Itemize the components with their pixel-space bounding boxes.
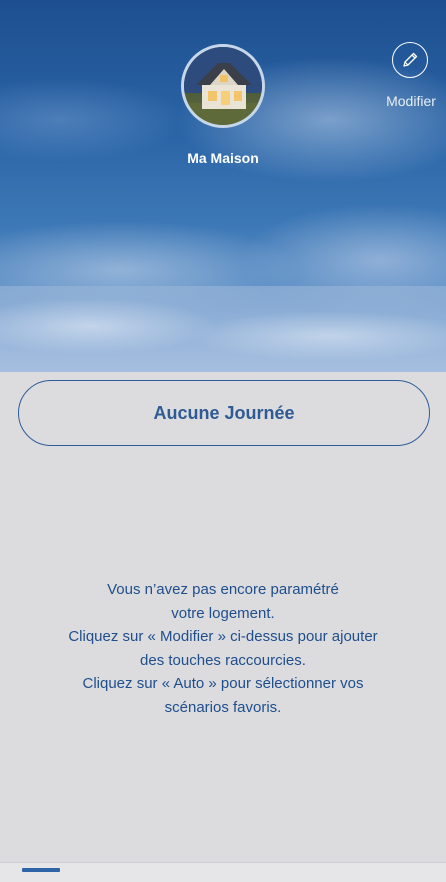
- pencil-icon: [403, 52, 418, 67]
- edit-label: Modifier: [386, 93, 436, 109]
- home-avatar[interactable]: [181, 44, 265, 128]
- edit-circle[interactable]: [392, 42, 428, 78]
- info-line: Vous n’avez pas encore paramétré: [107, 581, 339, 598]
- empty-state-message: Vous n’avez pas encore paramétré votre l…: [20, 578, 426, 719]
- home-name: Ma Maison: [187, 150, 259, 166]
- house-photo-icon: [184, 47, 262, 125]
- bottom-bar: [0, 862, 446, 882]
- info-line: votre logement.: [171, 604, 275, 622]
- info-line: Cliquez sur « Modifier » ci-dessus pour …: [68, 628, 378, 645]
- info-line: scénarios favoris.: [164, 698, 282, 716]
- sky-header: Ma Maison Modifier: [0, 0, 446, 372]
- info-line: des touches raccourcies.: [140, 651, 306, 669]
- day-selector-button[interactable]: Aucune Journée: [18, 380, 430, 446]
- page-indicator: [22, 868, 60, 872]
- cloud-band: [0, 286, 446, 372]
- edit-button[interactable]: Modifier: [380, 42, 442, 116]
- info-line: Cliquez sur « Auto » pour sélectionner v…: [82, 675, 364, 692]
